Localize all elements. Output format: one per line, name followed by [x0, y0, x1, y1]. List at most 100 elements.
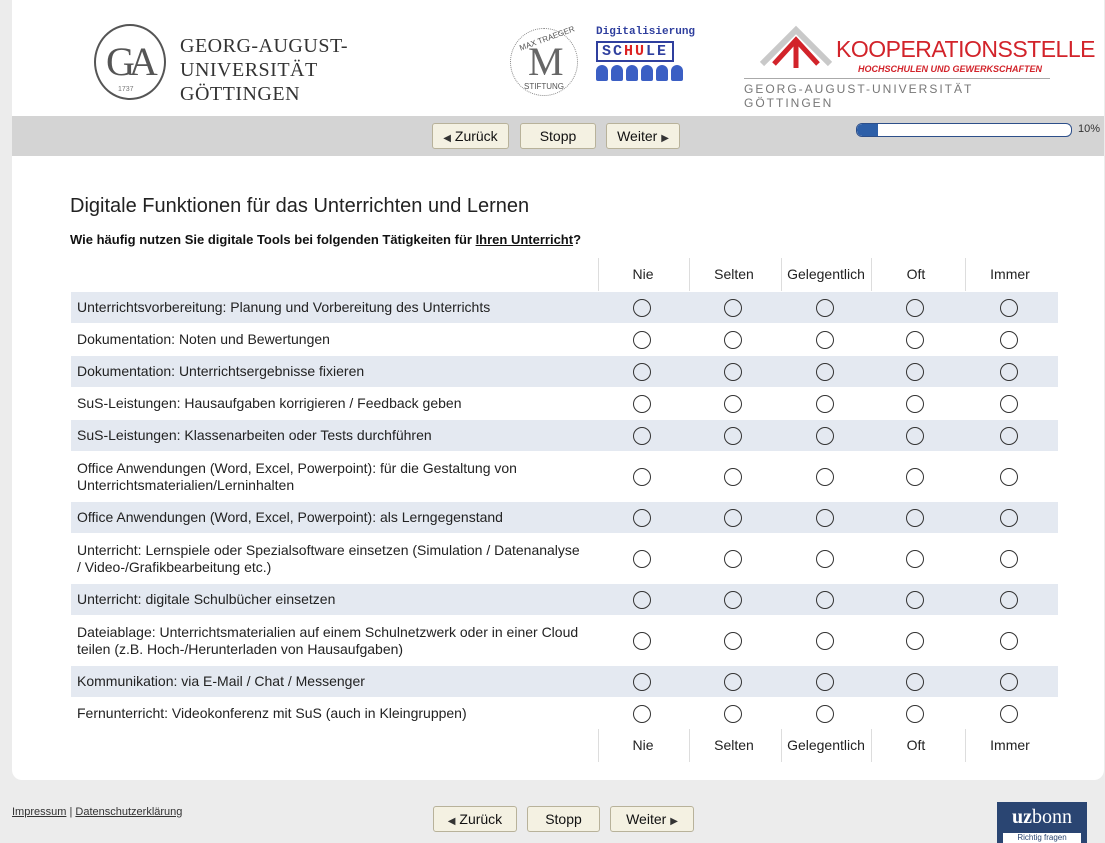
radio-immer[interactable] — [1000, 467, 1018, 486]
university-seal-icon: GA 1737 — [94, 24, 166, 100]
radio-nie[interactable] — [633, 394, 651, 413]
people-icon — [596, 65, 696, 85]
arrow-left-icon: ◀ — [447, 816, 456, 827]
radio-immer[interactable] — [1000, 704, 1018, 723]
radio-oft[interactable] — [906, 362, 924, 381]
radio-oft[interactable] — [906, 549, 924, 568]
footer-next-button[interactable]: Weiter ▶ — [610, 806, 694, 832]
privacy-link[interactable]: Datenschutzerklärung — [75, 806, 182, 818]
row-label: Dateiablage: Unterrichtsmaterialien auf … — [77, 623, 579, 657]
radio-nie[interactable] — [633, 631, 651, 650]
uzbonn-brand-rest: bonn — [1032, 806, 1072, 828]
radio-gelegentlich[interactable] — [816, 508, 834, 527]
koop-university: GEORG-AUGUST-UNIVERSITÄT GÖTTINGEN — [744, 82, 974, 110]
radio-immer[interactable] — [1000, 362, 1018, 381]
footer-stop-button-label: Stopp — [545, 811, 582, 827]
radio-nie[interactable] — [633, 549, 651, 568]
arrow-right-icon: ▶ — [661, 133, 669, 144]
radio-selten[interactable] — [724, 672, 742, 691]
radio-oft[interactable] — [906, 590, 924, 609]
radio-gelegentlich[interactable] — [816, 704, 834, 723]
seal-monogram: GA — [106, 39, 158, 84]
bottom-col-nie: Nie — [598, 729, 687, 762]
radio-nie[interactable] — [633, 467, 651, 486]
radio-nie[interactable] — [633, 330, 651, 349]
radio-oft[interactable] — [906, 672, 924, 691]
radio-nie[interactable] — [633, 704, 651, 723]
radio-oft[interactable] — [906, 467, 924, 486]
top-col-immer: Immer — [965, 258, 1054, 291]
top-col-nie: Nie — [598, 258, 687, 291]
radio-immer[interactable] — [1000, 590, 1018, 609]
radio-immer[interactable] — [1000, 394, 1018, 413]
radio-gelegentlich[interactable] — [816, 394, 834, 413]
ds-title: Digitalisierung — [596, 26, 696, 38]
radio-oft[interactable] — [906, 508, 924, 527]
radio-nie[interactable] — [633, 590, 651, 609]
radio-nie[interactable] — [633, 362, 651, 381]
matrix-row: Office Anwendungen (Word, Excel, Powerpo… — [71, 501, 1058, 533]
radio-gelegentlich[interactable] — [816, 362, 834, 381]
radio-immer[interactable] — [1000, 508, 1018, 527]
radio-immer[interactable] — [1000, 549, 1018, 568]
uzbonn-tagline: Richtig fragen — [1003, 833, 1081, 843]
uzbonn-brand-bold: uz — [1012, 806, 1032, 828]
row-label: Unterrichtsvorbereitung: Planung und Vor… — [77, 299, 491, 315]
radio-immer[interactable] — [1000, 426, 1018, 445]
matrix-row: Dateiablage: Unterrichtsmaterialien auf … — [71, 615, 1058, 665]
row-label: Office Anwendungen (Word, Excel, Powerpo… — [77, 459, 517, 493]
likert-matrix: Nie Selten Gelegentlich Oft Immer Unterrichts… — [71, 258, 1058, 762]
row-label: Office Anwendungen (Word, Excel, Powerpo… — [77, 509, 503, 525]
row-label: Fernunterricht: Videokonferenz mit SuS (… — [77, 705, 467, 721]
radio-selten[interactable] — [724, 394, 742, 413]
question-text-part2: ? — [573, 232, 582, 247]
radio-selten[interactable] — [724, 467, 742, 486]
radio-oft[interactable] — [906, 426, 924, 445]
back-button[interactable]: ◀ Zurück — [432, 123, 509, 149]
top-col-gelegentlich: Gelegentlich — [781, 258, 870, 291]
stop-button[interactable]: Stopp — [520, 123, 596, 149]
arrow-left-icon: ◀ — [443, 133, 451, 144]
row-label: SuS-Leistungen: Hausaufgaben korrigieren… — [77, 395, 462, 411]
radio-selten[interactable] — [724, 330, 742, 349]
radio-gelegentlich[interactable] — [816, 631, 834, 650]
row-label: Unterricht: digitale Schulbücher einsetz… — [77, 591, 336, 607]
impressum-link[interactable]: Impressum — [12, 806, 66, 818]
radio-gelegentlich[interactable] — [816, 590, 834, 609]
radio-immer[interactable] — [1000, 672, 1018, 691]
footer-stop-button[interactable]: Stopp — [527, 806, 600, 832]
radio-immer[interactable] — [1000, 330, 1018, 349]
matrix-row: Office Anwendungen (Word, Excel, Powerpo… — [71, 451, 1058, 501]
radio-selten[interactable] — [724, 426, 742, 445]
radio-nie[interactable] — [633, 672, 651, 691]
footer-back-button[interactable]: ◀ Zurück — [433, 806, 517, 832]
radio-selten[interactable] — [724, 590, 742, 609]
radio-selten[interactable] — [724, 631, 742, 650]
radio-selten[interactable] — [724, 549, 742, 568]
next-button[interactable]: Weiter ▶ — [606, 123, 680, 149]
radio-oft[interactable] — [906, 394, 924, 413]
radio-oft[interactable] — [906, 631, 924, 650]
radio-nie[interactable] — [633, 426, 651, 445]
radio-nie[interactable] — [633, 298, 651, 317]
radio-oft[interactable] — [906, 330, 924, 349]
radio-gelegentlich[interactable] — [816, 298, 834, 317]
radio-selten[interactable] — [724, 362, 742, 381]
ds-schule-word: SCHULE — [596, 41, 675, 62]
radio-immer[interactable] — [1000, 298, 1018, 317]
uzbonn-logo: uzbonn Richtig fragen — [997, 802, 1087, 843]
radio-selten[interactable] — [724, 298, 742, 317]
radio-gelegentlich[interactable] — [816, 672, 834, 691]
radio-selten[interactable] — [724, 508, 742, 527]
ds-schule-part3: LE — [646, 43, 669, 60]
radio-immer[interactable] — [1000, 631, 1018, 650]
radio-oft[interactable] — [906, 704, 924, 723]
radio-gelegentlich[interactable] — [816, 426, 834, 445]
radio-oft[interactable] — [906, 298, 924, 317]
radio-gelegentlich[interactable] — [816, 467, 834, 486]
radio-nie[interactable] — [633, 508, 651, 527]
radio-gelegentlich[interactable] — [816, 330, 834, 349]
radio-selten[interactable] — [724, 704, 742, 723]
seal-year: 1737 — [118, 86, 134, 93]
radio-gelegentlich[interactable] — [816, 549, 834, 568]
